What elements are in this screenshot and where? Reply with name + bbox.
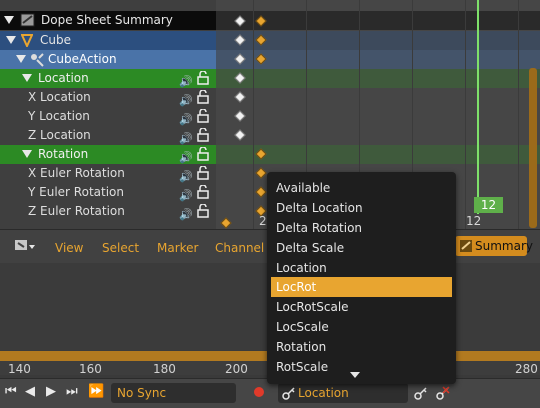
channel-row-group-location[interactable]: Location 🔊 (0, 69, 216, 88)
keyframe-icon[interactable] (234, 129, 246, 141)
current-frame-line[interactable] (477, 0, 479, 214)
expand-triangle-icon[interactable] (4, 16, 14, 24)
summary-toggle-button[interactable]: Summary (455, 236, 533, 259)
group-rotation-label: Rotation (38, 147, 89, 161)
keying-set-label: Location (298, 386, 349, 400)
channel-label: Z Location (28, 128, 91, 142)
keying-set-option[interactable]: Available (271, 178, 452, 198)
keying-set-option[interactable]: Location (271, 258, 452, 278)
object-label: Cube (40, 33, 71, 47)
option-label: Delta Location (276, 201, 363, 215)
channel-label: Y Location (28, 109, 90, 123)
channel-row-z-euler-rotation[interactable]: Z Euler Rotation 🔊 (0, 202, 216, 221)
keying-set-option[interactable]: Delta Location (271, 198, 452, 218)
ruler-label: 280 (515, 362, 538, 376)
sync-mode-label: No Sync (117, 386, 167, 400)
dopesheet-summary-icon (20, 13, 35, 27)
frame-label: 2 (259, 214, 267, 228)
grid-line (253, 0, 254, 229)
channel-row-x-euler-rotation[interactable]: X Euler Rotation 🔊 (0, 164, 216, 183)
summary-label: Dope Sheet Summary (41, 13, 173, 27)
sync-mode-dropdown[interactable]: No Sync (111, 383, 236, 403)
keying-set-dropdown[interactable]: Location (278, 383, 408, 403)
action-label: CubeAction (48, 52, 117, 66)
channel-label: X Euler Rotation (28, 166, 125, 180)
scroll-down-arrow-icon[interactable] (350, 372, 360, 378)
menu-marker[interactable]: Marker (157, 241, 198, 255)
play-reverse-icon[interactable]: ◀ (25, 384, 35, 399)
keyframe-icon[interactable] (255, 186, 267, 198)
option-label: LocRotScale (276, 300, 349, 314)
menu-select[interactable]: Select (102, 241, 139, 255)
keying-set-option[interactable]: Delta Scale (271, 238, 452, 258)
option-label: LocScale (276, 320, 329, 334)
summary-button-label: Summary (475, 239, 533, 253)
group-location-band (216, 69, 540, 88)
expand-triangle-icon[interactable] (6, 36, 16, 44)
channel-label: Z Euler Rotation (28, 204, 125, 218)
channel-row-object[interactable]: Cube (0, 31, 216, 50)
channel-row-action[interactable]: CubeAction (0, 50, 216, 69)
dopesheet-summary-icon (459, 239, 473, 259)
keying-set-option[interactable]: Delta Rotation (271, 218, 452, 238)
keyframe-icon[interactable] (234, 91, 246, 103)
channel-list: Dope Sheet Summary Cube CubeAction Locat… (0, 0, 216, 229)
expand-triangle-icon[interactable] (22, 74, 32, 82)
keying-set-option[interactable]: RotScale (271, 357, 452, 377)
lock-icon[interactable] (197, 203, 209, 224)
option-label: Delta Scale (276, 241, 345, 255)
option-label: Rotation (276, 340, 327, 354)
channel-label: Y Euler Rotation (28, 185, 124, 199)
expand-triangle-icon[interactable] (16, 55, 26, 63)
keyframe-icon[interactable] (234, 110, 246, 122)
ruler-label: 140 (8, 362, 31, 376)
next-keyframe-icon[interactable]: ⏩ (88, 384, 104, 399)
channel-row-x-location[interactable]: X Location 🔊 (0, 88, 216, 107)
editor-type-icon[interactable] (14, 238, 36, 257)
option-label: Available (276, 181, 331, 195)
expand-triangle-icon[interactable] (22, 150, 32, 158)
option-label: Location (276, 261, 327, 275)
current-frame-badge[interactable]: 12 (474, 197, 503, 213)
group-location-label: Location (38, 71, 89, 85)
delete-keyframe-icon[interactable] (436, 386, 450, 403)
speaker-icon[interactable]: 🔊 (179, 205, 193, 224)
channel-row-y-euler-rotation[interactable]: Y Euler Rotation 🔊 (0, 183, 216, 202)
grid-line (465, 0, 466, 229)
channel-row-summary[interactable]: Dope Sheet Summary (0, 11, 216, 30)
keyframe-icon[interactable] (255, 167, 267, 179)
insert-keyframe-icon[interactable] (414, 386, 428, 403)
ruler-label: 200 (225, 362, 248, 376)
channel-row-y-location[interactable]: Y Location 🔊 (0, 107, 216, 126)
keying-set-option[interactable]: LocRotScale (271, 297, 452, 317)
ruler-label: 160 (79, 362, 102, 376)
jump-start-icon[interactable]: ⏮ (5, 384, 17, 399)
keyframe-icon[interactable] (220, 217, 232, 229)
channel-row-z-location[interactable]: Z Location 🔊 (0, 126, 216, 145)
keying-set-option[interactable]: LocScale (271, 317, 452, 337)
record-icon[interactable] (254, 387, 264, 397)
option-label: Delta Rotation (276, 221, 363, 235)
keying-set-option[interactable]: Rotation (271, 337, 452, 357)
jump-end-icon[interactable]: ⏭ (66, 384, 78, 399)
option-label: LocRot (276, 280, 317, 294)
frame-label: 12 (466, 214, 482, 228)
ruler-label: 180 (153, 362, 176, 376)
key-icon (282, 386, 296, 406)
grid-line (518, 0, 519, 229)
channel-row-group-rotation[interactable]: Rotation 🔊 (0, 145, 216, 164)
play-icon[interactable]: ▶ (46, 384, 56, 399)
channel-label: X Location (28, 90, 91, 104)
vertical-scrollbar[interactable] (529, 68, 537, 228)
keying-set-option-selected[interactable]: LocRot (271, 277, 452, 297)
option-label: RotScale (276, 360, 329, 374)
menu-channel[interactable]: Channel (215, 241, 264, 255)
menu-view[interactable]: View (55, 241, 83, 255)
